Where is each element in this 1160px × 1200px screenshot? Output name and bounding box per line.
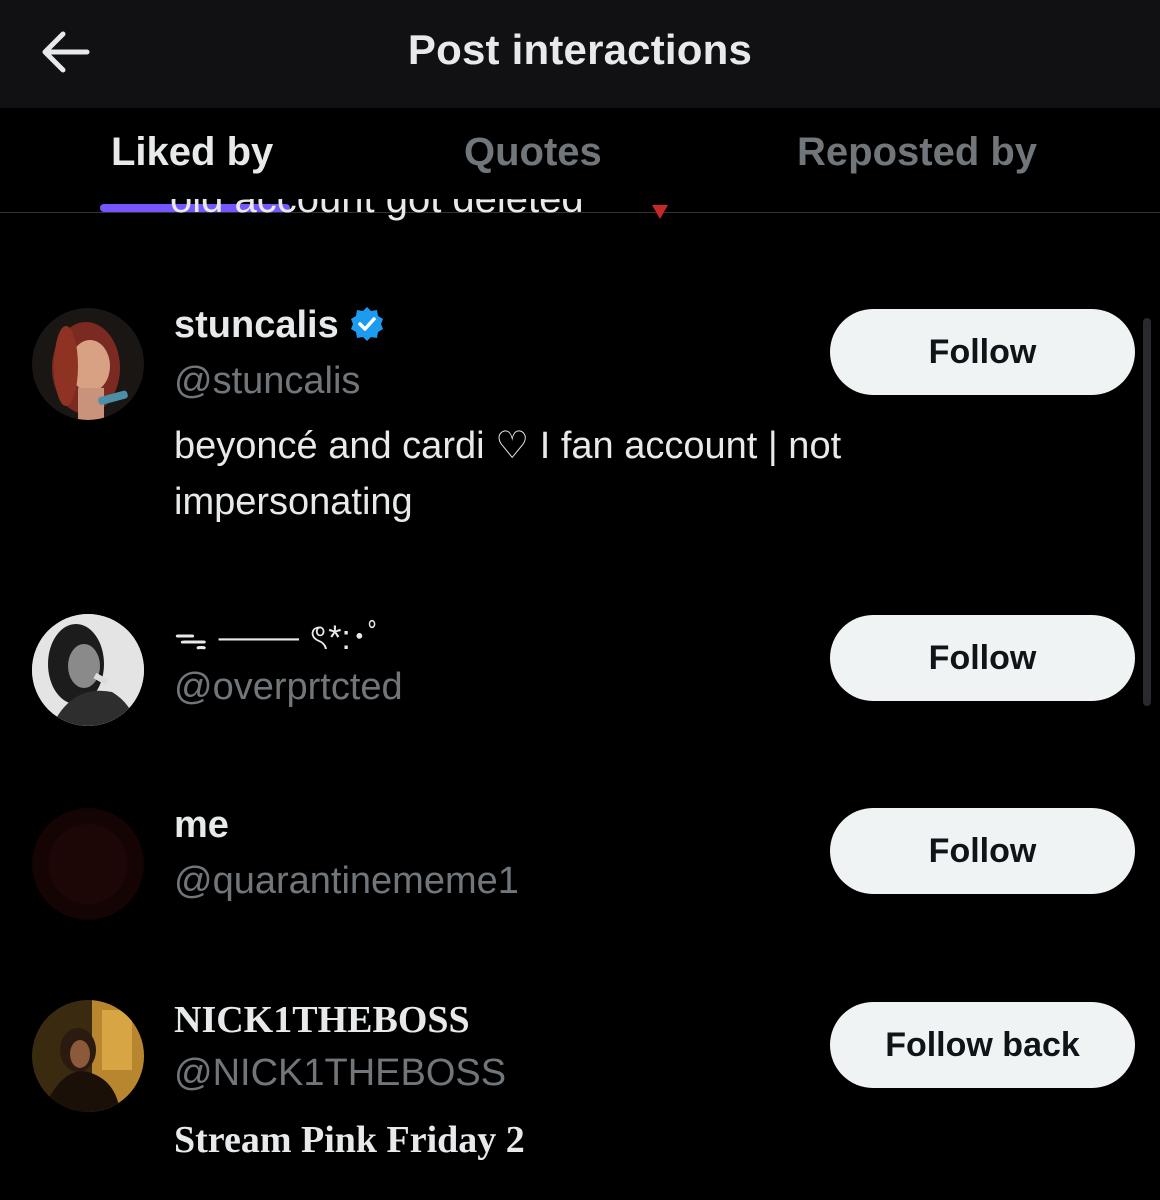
user-bio: beyoncé and cardi ♡ I fan account | not …: [174, 425, 842, 523]
tab-bar: Liked by Quotes Reposted by: [0, 108, 1160, 213]
avatar[interactable]: [32, 1000, 144, 1112]
avatar[interactable]: [32, 808, 144, 920]
tab-quotes[interactable]: Quotes: [464, 130, 602, 175]
follow-button[interactable]: Follow: [830, 309, 1135, 395]
display-name[interactable]: me: [174, 804, 229, 847]
display-name[interactable]: stuncalis: [174, 304, 385, 347]
avatar[interactable]: [32, 308, 144, 420]
follow-button[interactable]: Follow: [830, 615, 1135, 701]
avatar[interactable]: [32, 614, 144, 726]
verified-badge-icon: [350, 306, 383, 341]
tab-liked-by[interactable]: Liked by: [111, 130, 273, 175]
scrollbar[interactable]: [1143, 318, 1151, 706]
user-handle: @quarantinememe1: [174, 860, 519, 902]
user-bio: Stream Pink Friday 2: [174, 1119, 525, 1161]
follow-button[interactable]: Follow: [830, 808, 1135, 894]
follow-back-button[interactable]: Follow back: [830, 1002, 1135, 1088]
tab-reposted-by[interactable]: Reposted by: [797, 130, 1037, 175]
page-title: Post interactions: [407, 26, 753, 73]
user-handle: @stuncalis: [174, 360, 361, 402]
previous-item-bio: old account got deleted: [170, 199, 584, 221]
display-name[interactable]: NICK1THEBOSS: [174, 998, 470, 1042]
display-name[interactable]: ᯓ ⸻ ৎ*:･ﾟ: [174, 610, 385, 669]
user-handle: @overprtcted: [174, 666, 403, 708]
broken-heart-icon: [650, 205, 670, 219]
top-bar: Post interactions: [0, 0, 1160, 108]
user-handle: @NICK1THEBOSS: [174, 1052, 507, 1094]
